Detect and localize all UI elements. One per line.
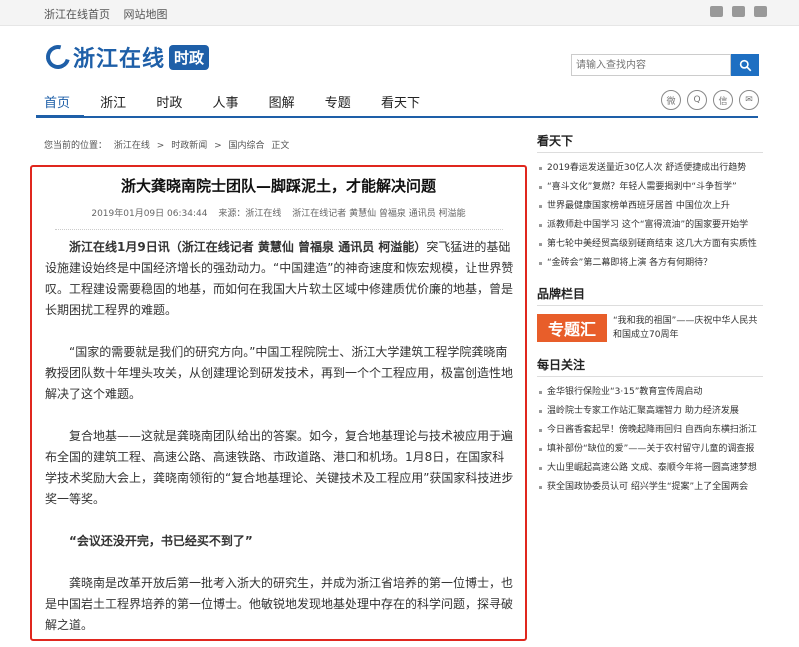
sidebar-title-daily: 每日关注 [537,356,763,377]
breadcrumb-separator: > [214,141,222,151]
camera-icon[interactable] [732,6,746,17]
main-nav: 首页 浙江 时政 人事 图解 专题 看天下 微 Q 信 ✉ [0,88,799,118]
article-authors: 浙江在线记者 黄慧仙 曾福泉 通讯员 柯溢能 [292,209,466,219]
breadcrumb-item: 正文 [271,141,290,151]
breadcrumb-item[interactable]: 国内综合 [229,141,265,151]
home-link[interactable]: 浙江在线首页 [44,8,110,21]
list-item[interactable]: 世界最健康国家榜单西班牙居首 中国位次上升 [537,197,763,216]
article-source: 来源：浙江在线 [218,209,282,219]
meta-divider [54,229,503,230]
nav-item-politics[interactable]: 时政 [156,92,182,111]
nav-item-zhejiang[interactable]: 浙江 [100,92,126,111]
list-item[interactable]: 温岭院士专家工作站汇聚高端智力 助力经济发展 [537,402,763,421]
channel-badge: 时政 [169,44,210,70]
mail-share-icon[interactable]: ✉ [739,90,759,110]
article-paragraph: 复合地基——这就是龚晓南团队给出的答案。如今，复合地基理论与技术被应用于遍布全国… [45,429,514,506]
daily-list: 金华银行保险业“3·15”教育宣传周启动 温岭院士专家工作站汇聚高端智力 助力经… [537,383,763,497]
list-item[interactable]: 派教师赴中国学习 这个“富得流油”的国家要开始学 [537,216,763,235]
list-item[interactable]: 填补部份“缺位的爱”——关于农村留守儿童的调查报 [537,440,763,459]
nav-item-topics[interactable]: 专题 [325,92,351,111]
article-body: 浙江在线1月9日讯（浙江在线记者 黄慧仙 曾福泉 通讯员 柯溢能）突飞猛进的基础… [45,237,515,639]
article-datetime: 2019年01月09日 06:34:44 [91,209,208,219]
search-input[interactable] [571,54,731,76]
sidebar-title-brand: 品牌栏目 [537,285,763,306]
nav-items: 首页 浙江 时政 人事 图解 专题 看天下 [44,92,446,111]
world-list: 2019春运发送量近30亿人次 舒适便捷成出行趋势 “喜斗文化”复燃？年轻人需要… [537,159,763,273]
top-icons [705,6,767,20]
top-bar: 浙江在线首页 网站地图 [0,0,799,26]
brand-text[interactable]: “我和我的祖国”——庆祝中华人民共和国成立70周年 [613,314,761,342]
logo-swirl-icon [41,40,75,74]
article-paragraph: “国家的需要就是我们的研究方向。”中国工程院院士、浙江大学建筑工程学院龚晓南教授… [45,345,514,401]
article-title: 浙大龚晓南院士团队—脚踩泥土，才能解决问题 [120,177,436,195]
list-item[interactable]: “喜斗文化”复燃？年轻人需要揭剥中“斗争哲学” [537,178,763,197]
nav-underline [36,115,758,118]
topic-badge[interactable]: 专题汇 [537,314,607,342]
wechat-share-icon[interactable]: 信 [713,90,733,110]
sidebar-title-world: 看天下 [537,132,763,153]
social-icons: 微 Q 信 ✉ [661,90,759,110]
logo-name: 浙江在线 [73,47,166,72]
breadcrumb-item[interactable]: 时政新闻 [171,141,207,151]
breadcrumb-item[interactable]: 浙江在线 [114,141,150,151]
article-lead: 浙江在线1月9日讯（浙江在线记者 黄慧仙 曾福泉 通讯员 柯溢能） [69,240,427,254]
search-box [571,54,759,76]
nav-item-personnel[interactable]: 人事 [212,92,238,111]
article-panel: 浙大龚晓南院士团队—脚踩泥土，才能解决问题 2019年01月09日 06:34:… [30,165,527,641]
article-paragraph: 龚晓南是改革开放后第一批考入浙大的研究生，并成为浙江省培养的第一位博士，也是中国… [45,576,514,632]
breadcrumb-separator: > [156,141,165,151]
top-links: 浙江在线首页 网站地图 [44,6,178,22]
list-item[interactable]: 大山里崛起高速公路 文成、泰顺今年将一圆高速梦想 [537,459,763,478]
qq-share-icon[interactable]: Q [687,90,707,110]
list-item[interactable]: “金砖会”第二幕即将上演 各方有何期待？ [537,254,763,273]
nav-item-world[interactable]: 看天下 [381,92,420,111]
list-item[interactable]: 第七轮中美经贸高级别磋商结束 这几大方面有实质性 [537,235,763,254]
weibo-icon[interactable] [754,6,767,17]
list-item[interactable]: 2019春运发送量近30亿人次 舒适便捷成出行趋势 [537,159,763,178]
search-button[interactable] [731,54,759,76]
breadcrumb: 您当前的位置： 浙江在线 > 时政新闻 > 国内综合 正文 [44,138,293,151]
list-item[interactable]: 今日酱香套起早！傍晚起降雨回归 自西向东横扫浙江 [537,421,763,440]
article-meta: 2019年01月09日 06:34:44 来源：浙江在线 浙江在线记者 黄慧仙 … [32,206,525,219]
site-logo[interactable]: 浙江在线 时政 [41,40,210,74]
search-icon [739,59,751,71]
sidebar: 看天下 2019春运发送量近30亿人次 舒适便捷成出行趋势 “喜斗文化”复燃？年… [537,132,763,497]
breadcrumb-prefix: 您当前的位置： [44,141,108,151]
brand-box: 专题汇 “我和我的祖国”——庆祝中华人民共和国成立70周年 [537,314,763,342]
list-item[interactable]: 获全国政协委员认可 绍兴学生“提案”上了全国两会 [537,478,763,497]
sitemap-link[interactable]: 网站地图 [124,8,168,21]
nav-item-home[interactable]: 首页 [44,92,70,111]
list-item[interactable]: 金华银行保险业“3·15”教育宣传周启动 [537,383,763,402]
weibo-share-icon[interactable]: 微 [661,90,681,110]
mail-icon[interactable] [710,6,724,17]
article-paragraph: 浙江在线1月9日讯（浙江在线记者 黄慧仙 曾福泉 通讯员 柯溢能）突飞猛进的基础… [45,237,515,321]
article-subheading: “会议还没开完，书已经买不到了” [69,534,253,548]
nav-item-graphics[interactable]: 图解 [269,92,295,111]
